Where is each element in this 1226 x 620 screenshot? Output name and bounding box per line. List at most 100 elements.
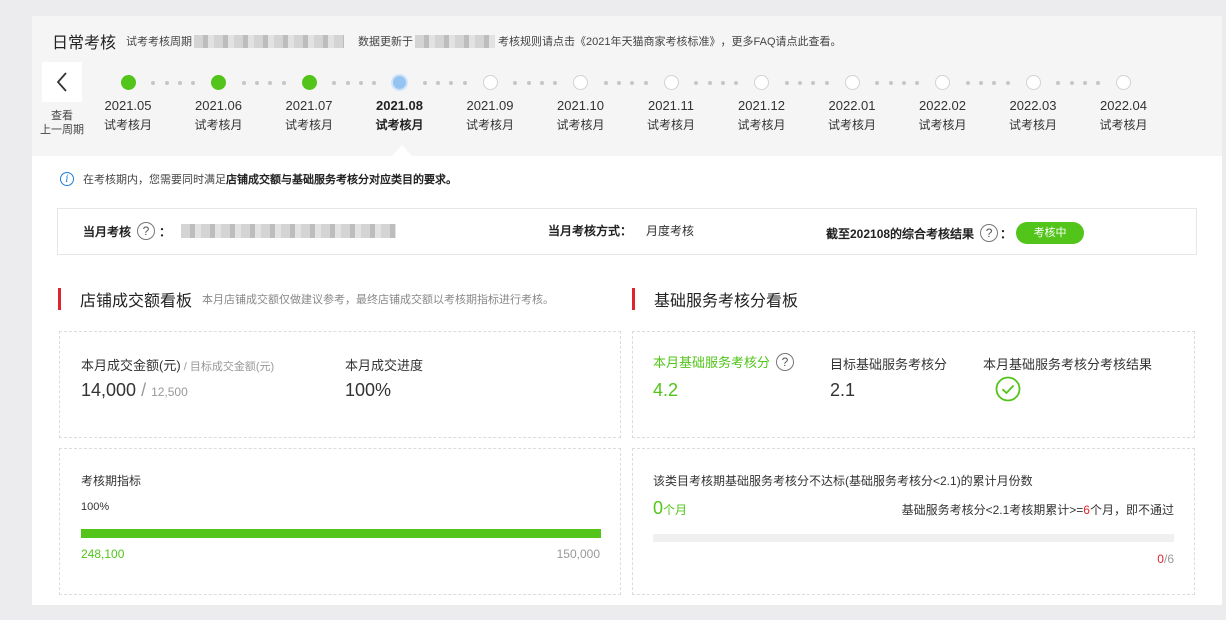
timeline-dot-2022-04[interactable] — [1116, 75, 1131, 90]
store-section-title: 店铺成交额看板 — [80, 293, 193, 310]
timeline-separator-dot — [164, 81, 169, 85]
timeline-month-2021-09[interactable]: 2021.09 试考核月 — [445, 98, 535, 133]
timeline-month-label: 试考核月 — [194, 118, 243, 132]
faq-prefix: ，更多FAQ — [720, 36, 776, 48]
timeline-dot-2021-12[interactable] — [754, 75, 769, 90]
timeline-month-2022-04[interactable]: 2022.04 试考核月 — [1079, 98, 1169, 133]
period-indicator-label: 考核期指标 — [81, 474, 142, 488]
service-fail-rule: 基础服务考核分<2.1考核期累计>=6个月，即不通过 — [902, 501, 1174, 518]
faq-suffix: 。 — [830, 36, 842, 48]
service-score-help-icon[interactable]: ? — [776, 352, 795, 371]
service-rule-prefix: 基础服务考核分<2.1考核期累计>= — [901, 503, 1084, 517]
timeline-month-2021-12[interactable]: 2021.12 试考核月 — [717, 98, 807, 133]
service-result-label: 本月基础服务考核分考核结果 — [983, 357, 1153, 372]
redacted-update-time — [415, 34, 496, 48]
timeline-separator-dot — [513, 81, 518, 85]
previous-period-button[interactable] — [42, 62, 82, 102]
overall-result-label: 截至202108的综合考核结果 — [826, 226, 975, 241]
chevron-left-icon — [56, 72, 67, 92]
timeline-month-value: 2022.01 — [828, 98, 876, 113]
timeline-dot-2021-09[interactable] — [482, 75, 498, 90]
page-title: 日常考核 — [52, 35, 117, 52]
timeline-month-label: 试考核月 — [827, 118, 876, 132]
timeline-month-2021-08[interactable]: 2021.08 试考核月 — [355, 98, 445, 133]
overall-result-help-icon[interactable]: ? — [980, 224, 999, 242]
timeline-month-2021-07[interactable]: 2021.07 试考核月 — [264, 98, 354, 133]
timeline-month-2021-05[interactable]: 2021.05 试考核月 — [83, 98, 173, 133]
timeline-separator-dot — [526, 81, 531, 85]
data-update-label: 数据更新于 — [358, 36, 414, 48]
assessment-method-value: 月度考核 — [646, 224, 695, 238]
timeline-dot-2022-03[interactable] — [1025, 75, 1041, 90]
timeline-month-2021-06[interactable]: 2021.06 试考核月 — [174, 98, 264, 133]
service-count-total: 6 — [1167, 552, 1174, 566]
service-fail-count: 0 — [653, 498, 664, 518]
service-monthly-box: 本月基础服务考核分 ? 4.2 目标基础服务考核分 2.1 本月基础服务考核分考… — [632, 331, 1195, 438]
service-fail-desc: 该类目考核期基础服务考核分不达标(基础服务考核分<2.1)的累计月份数 — [653, 474, 1033, 488]
timeline-separator-dot — [255, 81, 260, 85]
service-fail-unit: 个月 — [663, 503, 688, 517]
timeline-month-2022-01[interactable]: 2022.01 试考核月 — [807, 98, 897, 133]
timeline-dot-2022-02[interactable] — [935, 75, 950, 90]
timeline-separator-dot — [191, 81, 196, 85]
timeline-separator-dot — [241, 81, 246, 85]
overall-result: 截至202108的综合考核结果 ? ： 考核中 — [826, 222, 1085, 244]
timeline-separator-dot — [1056, 81, 1061, 85]
timeline-separator-dot — [553, 81, 558, 85]
timeline-separator-dot — [734, 81, 739, 85]
timeline-separator-dot — [268, 81, 273, 85]
timeline-month-label: 试考核月 — [465, 118, 514, 132]
timeline-month-value: 2021.08 — [376, 98, 423, 113]
rule-standard-link[interactable]: 《2021年天猫商家考核标准》 — [575, 33, 720, 49]
faq-link[interactable]: 请点此查看 — [776, 33, 831, 49]
previous-period-label[interactable]: 查看 上一周期 — [36, 109, 88, 137]
timeline-dot-2021-10[interactable] — [573, 75, 588, 90]
service-score-section-title: 基础服务考核分看板 — [632, 288, 808, 310]
period-current-value: 248,100 — [81, 547, 125, 561]
assessment-card: 日常考核 试考考核周期 数据更新于 考核规则请点击 《2021年天猫商家考核标准… — [32, 16, 1222, 605]
store-section-note: 本月店铺成交额仅做建议参考，最终店铺成交额以考核期指标进行考核。 — [202, 294, 555, 306]
service-rule-num: 6 — [1083, 503, 1090, 517]
current-month-pointer — [392, 145, 412, 156]
timeline-month-2022-03[interactable]: 2022.03 试考核月 — [988, 98, 1078, 133]
timeline-separator-dot — [965, 81, 970, 85]
month-assessment-help-icon[interactable]: ? — [137, 222, 156, 240]
timeline-dot-2021-06[interactable] — [211, 75, 226, 90]
service-fail-count-row: 0个月 — [653, 498, 687, 519]
store-amount-value: 14,000 — [81, 380, 137, 400]
timeline-separator-dot — [332, 81, 337, 85]
timeline-month-2022-02[interactable]: 2022.02 试考核月 — [898, 98, 988, 133]
rule-prefix: 考核规则请点击 — [498, 36, 576, 48]
timeline-month-2021-11[interactable]: 2021.11 试考核月 — [626, 98, 716, 133]
timeline-separator-dot — [1096, 81, 1101, 85]
service-period-box: 该类目考核期基础服务考核分不达标(基础服务考核分<2.1)的累计月份数 0个月 … — [632, 448, 1195, 595]
store-progress-value: 100% — [345, 380, 392, 400]
timeline-panel: 日常考核 试考考核周期 数据更新于 考核规则请点击 《2021年天猫商家考核标准… — [32, 16, 1222, 156]
redacted-assessment-value — [181, 224, 397, 238]
timeline-month-value: 2021.06 — [195, 98, 242, 113]
timeline-separator-dot — [281, 81, 286, 85]
timeline-dot-2021-08[interactable] — [391, 74, 408, 91]
timeline-dot-2022-01[interactable] — [844, 75, 860, 90]
timeline-separator-dot — [1069, 81, 1074, 85]
timeline-dot-2021-11[interactable] — [663, 75, 679, 90]
notice-bold: 店铺成交额与基础服务考核分对应类目的要求。 — [226, 174, 457, 186]
timeline-month-value: 2022.04 — [1100, 98, 1147, 113]
timeline-separator-dot — [345, 81, 350, 85]
status-badge: 考核中 — [1016, 222, 1085, 244]
assessment-notice: i 在考核期内，您需要同时满足 店铺成交额与基础服务考核分对应类目的要求。 — [60, 171, 457, 187]
timeline-separator-dot — [1082, 81, 1087, 85]
notice-prefix: 在考核期内，您需要同时满足 — [83, 174, 226, 186]
store-amount-value-row: 14,000 / 12,500 — [81, 380, 188, 401]
timeline-separator-dot — [888, 81, 893, 85]
timeline-separator-dot — [694, 81, 699, 85]
timeline-month-value: 2022.02 — [919, 98, 966, 113]
month-assessment: 当月考核 ? ： — [83, 222, 397, 240]
timeline-month-value: 2021.05 — [104, 98, 152, 113]
service-target-label: 目标基础服务考核分 — [830, 357, 948, 372]
service-score-label-row: 本月基础服务考核分 ? — [653, 352, 795, 371]
timeline-month-2021-10[interactable]: 2021.10 试考核月 — [536, 98, 626, 133]
timeline-dot-2021-05[interactable] — [120, 75, 136, 90]
service-target-value: 2.1 — [830, 380, 856, 400]
timeline-dot-2021-07[interactable] — [301, 75, 317, 90]
